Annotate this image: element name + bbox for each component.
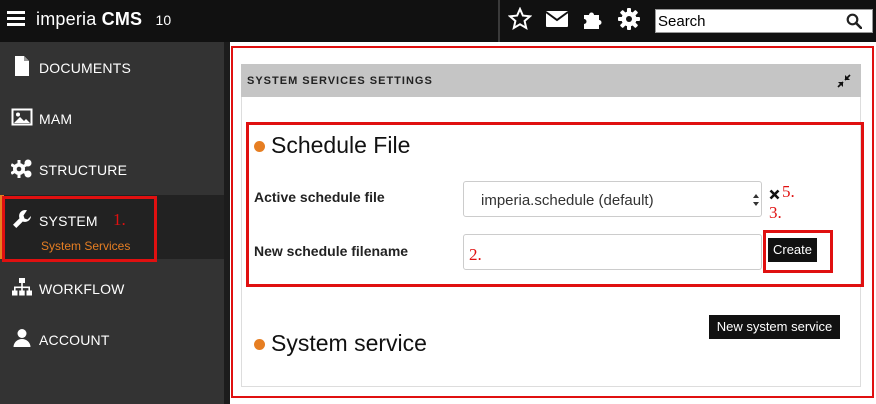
sidebar-item-label: MAM — [39, 111, 73, 127]
version-label: 10 — [155, 12, 172, 28]
annotation-frame-create — [763, 230, 833, 273]
app-brand[interactable]: imperia CMS 10 — [36, 9, 171, 30]
top-bar: imperia CMS 10 — [0, 0, 876, 42]
search-icon[interactable] — [846, 13, 862, 29]
star-icon[interactable] — [508, 7, 532, 31]
annotation-label-2: 2. — [469, 245, 482, 264]
gear-icon[interactable] — [617, 7, 641, 31]
image-icon — [11, 108, 33, 126]
sidebar-item-label: ACCOUNT — [39, 332, 110, 348]
sidebar-item-label: DOCUMENTS — [39, 60, 132, 76]
sidebar-item-label: WORKFLOW — [39, 281, 125, 297]
sidebar-item-label: STRUCTURE — [39, 162, 128, 178]
search-box — [655, 9, 873, 33]
annotation-label-3: 3. — [769, 203, 782, 222]
menu-icon[interactable] — [7, 11, 25, 27]
puzzle-icon[interactable] — [581, 7, 605, 31]
annotation-label-1: 1. — [113, 210, 126, 229]
sidebar-item-structure[interactable]: STRUCTURE — [0, 144, 224, 194]
topbar-divider — [498, 0, 500, 42]
cogs-icon — [11, 159, 32, 178]
sitemap-icon — [12, 278, 32, 296]
document-icon — [15, 56, 29, 76]
mail-icon[interactable] — [545, 7, 569, 31]
brand-name: imperia — [36, 9, 97, 29]
annotation-label-5: 5. — [782, 182, 795, 201]
user-icon — [13, 329, 31, 347]
search-input[interactable] — [656, 10, 844, 32]
sidebar-item-documents[interactable]: DOCUMENTS — [0, 42, 224, 92]
sidebar-item-mam[interactable]: MAM — [0, 93, 224, 143]
brand-name-bold: CMS — [101, 9, 143, 29]
sidebar-item-account[interactable]: ACCOUNT — [0, 314, 224, 364]
annotation-frame-system — [2, 196, 157, 262]
sidebar-item-workflow[interactable]: WORKFLOW — [0, 263, 224, 313]
